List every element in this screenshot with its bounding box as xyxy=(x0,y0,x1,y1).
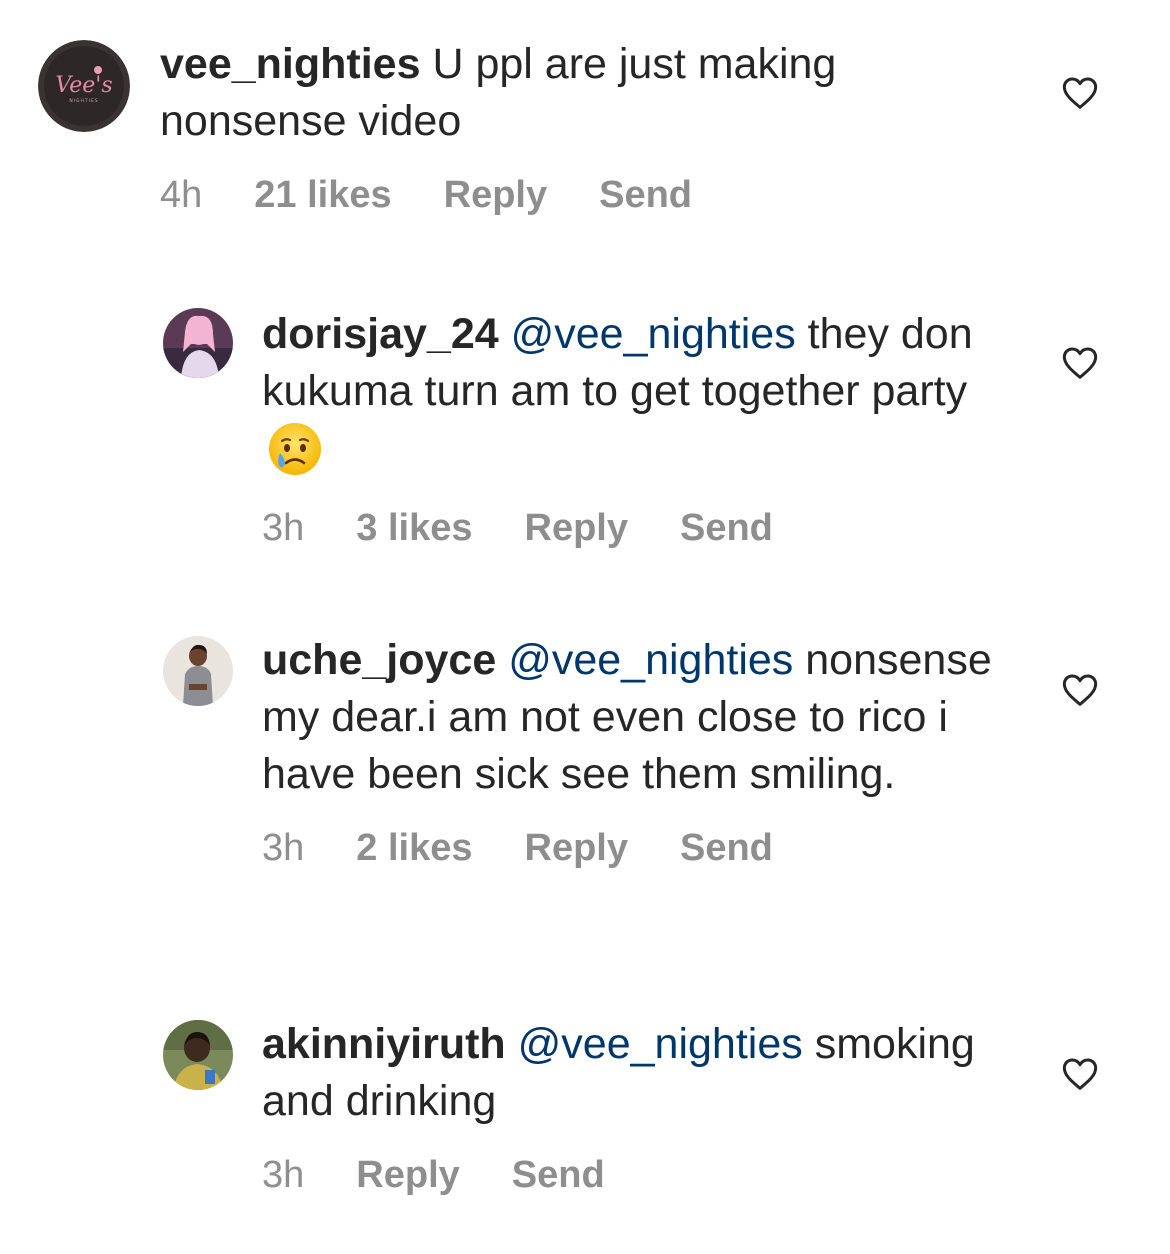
comment-likes[interactable]: 3 likes xyxy=(356,505,472,551)
heart-outline-icon[interactable] xyxy=(1060,73,1100,113)
comment-mention[interactable]: @vee_nighties xyxy=(508,636,793,684)
comment-mention[interactable]: @vee_nighties xyxy=(518,1020,803,1068)
comment-meta: 3h 2 likes Reply Send xyxy=(262,825,1022,871)
user-photo-avatar xyxy=(163,308,233,378)
comment-likes[interactable]: 2 likes xyxy=(356,825,472,871)
avatar-logo-sub: NIGHTIES xyxy=(69,98,98,104)
comment-username[interactable]: uche_joyce xyxy=(262,636,496,684)
send-button[interactable]: Send xyxy=(680,825,773,871)
reply-button[interactable]: Reply xyxy=(356,1152,459,1198)
comment-meta: 4h 21 likes Reply Send xyxy=(160,172,960,218)
heart-outline-icon[interactable] xyxy=(1060,343,1100,383)
send-button[interactable]: Send xyxy=(599,172,692,218)
avatar[interactable]: Vee's NIGHTIES xyxy=(38,40,130,132)
avatar[interactable] xyxy=(163,636,233,706)
comment-body: dorisjay_24 @vee_nighties they don kukum… xyxy=(262,306,1022,551)
comment-text: akinniyiruth @vee_nighties smoking and d… xyxy=(262,1016,1022,1130)
comment-body: uche_joyce @vee_nighties nonsense my dea… xyxy=(262,632,1022,871)
comment-text: vee_nighties U ppl are just making nonse… xyxy=(160,36,960,150)
comment-text: uche_joyce @vee_nighties nonsense my dea… xyxy=(262,632,1022,803)
user-photo-avatar xyxy=(163,1020,233,1090)
heart-outline-icon[interactable] xyxy=(1060,670,1100,710)
comment-time: 4h xyxy=(160,174,203,216)
reply-button[interactable]: Reply xyxy=(444,172,547,218)
crying-face-emoji xyxy=(266,420,324,478)
comment-likes[interactable]: 21 likes xyxy=(254,172,391,218)
comment-time: 3h xyxy=(262,1154,305,1196)
comment-meta: 3h Reply Send xyxy=(262,1152,1022,1198)
avatar[interactable] xyxy=(163,308,233,378)
comment-body: vee_nighties U ppl are just making nonse… xyxy=(160,36,960,218)
vee-nighties-logo-avatar: Vee's NIGHTIES xyxy=(38,40,130,132)
send-button[interactable]: Send xyxy=(680,505,773,551)
comment-body: akinniyiruth @vee_nighties smoking and d… xyxy=(262,1016,1022,1198)
user-photo-avatar xyxy=(163,636,233,706)
avatar[interactable] xyxy=(163,1020,233,1090)
comment-time: 3h xyxy=(262,827,305,869)
comment-username[interactable]: akinniyiruth xyxy=(262,1020,506,1068)
comment-time: 3h xyxy=(262,507,305,549)
avatar-logo-text: Vee's xyxy=(55,73,112,98)
reply-button[interactable]: Reply xyxy=(525,825,628,871)
comment-mention[interactable]: @vee_nighties xyxy=(511,310,796,358)
send-button[interactable]: Send xyxy=(512,1152,605,1198)
comment-text: dorisjay_24 @vee_nighties they don kukum… xyxy=(262,306,1022,483)
reply-button[interactable]: Reply xyxy=(525,505,628,551)
comment-meta: 3h 3 likes Reply Send xyxy=(262,505,1022,551)
comment-username[interactable]: dorisjay_24 xyxy=(262,310,499,358)
comment-username[interactable]: vee_nighties xyxy=(160,40,421,88)
heart-outline-icon[interactable] xyxy=(1060,1054,1100,1094)
